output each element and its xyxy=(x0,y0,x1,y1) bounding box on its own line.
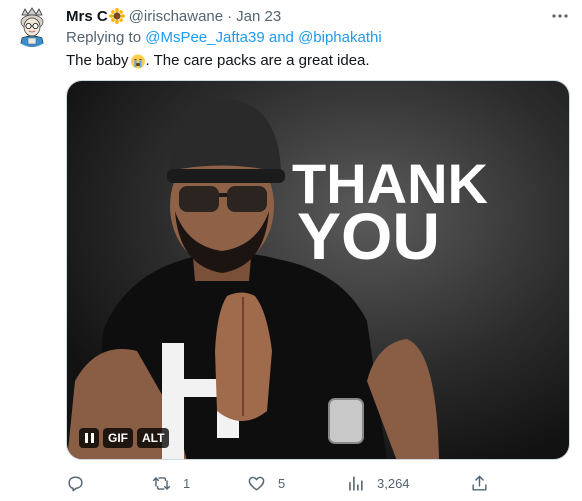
author-handle[interactable]: @irischawane xyxy=(129,8,223,25)
alt-text-button[interactable]: ALT xyxy=(137,428,170,448)
gif-overlay-text-line2: YOU xyxy=(297,199,440,273)
author-name[interactable]: Mrs C xyxy=(66,8,108,25)
tweet-action-bar: 1 5 3,264 xyxy=(66,472,489,494)
tweet-text-part: . The care packs are a great idea. xyxy=(145,52,370,69)
retweet-count: 1 xyxy=(183,475,191,491)
tweet-text: The baby . The care packs are a great id… xyxy=(66,52,370,69)
more-options-button[interactable] xyxy=(550,8,570,24)
tweet[interactable]: Mrs C @irischawane · Jan 23 Replying to … xyxy=(0,0,582,501)
more-horizontal-icon xyxy=(552,14,568,18)
replying-and: and xyxy=(268,29,294,46)
tweet-date[interactable]: Jan 23 xyxy=(236,8,281,25)
gif-media[interactable]: THANK YOU GIF ALT xyxy=(66,80,570,460)
avatar[interactable] xyxy=(12,7,52,47)
crying-face-emoji-icon xyxy=(130,53,146,69)
like-count: 5 xyxy=(278,475,286,491)
replying-to-line: Replying to @MsPee_Jafta39 and @biphakat… xyxy=(66,29,382,46)
tweet-header: Mrs C @irischawane · Jan 23 xyxy=(66,6,281,26)
header-separator: · xyxy=(227,7,233,25)
pause-icon xyxy=(84,433,94,443)
share-button[interactable] xyxy=(470,472,489,494)
views-count: 3,264 xyxy=(377,475,410,491)
reply-icon xyxy=(68,475,83,491)
gif-controls: GIF ALT xyxy=(79,428,170,448)
replying-to-link[interactable]: @biphakathi xyxy=(298,29,382,46)
reply-button[interactable] xyxy=(66,472,85,494)
gif-frame-illustration: THANK YOU xyxy=(67,81,569,459)
replying-prefix: Replying to xyxy=(66,29,142,46)
retweet-button[interactable]: 1 xyxy=(152,472,190,494)
views-button[interactable]: 3,264 xyxy=(346,472,410,494)
analytics-icon xyxy=(349,475,363,491)
pause-button[interactable] xyxy=(79,428,99,448)
replying-to-link[interactable]: @MsPee_Jafta39 xyxy=(145,29,264,46)
retweet-icon xyxy=(152,476,171,490)
share-icon xyxy=(472,475,487,491)
sunflower-emoji-icon xyxy=(108,8,125,24)
tweet-text-part: The baby xyxy=(66,52,129,69)
gif-badge: GIF xyxy=(103,428,133,448)
heart-icon xyxy=(248,476,265,491)
like-button[interactable]: 5 xyxy=(247,472,285,494)
